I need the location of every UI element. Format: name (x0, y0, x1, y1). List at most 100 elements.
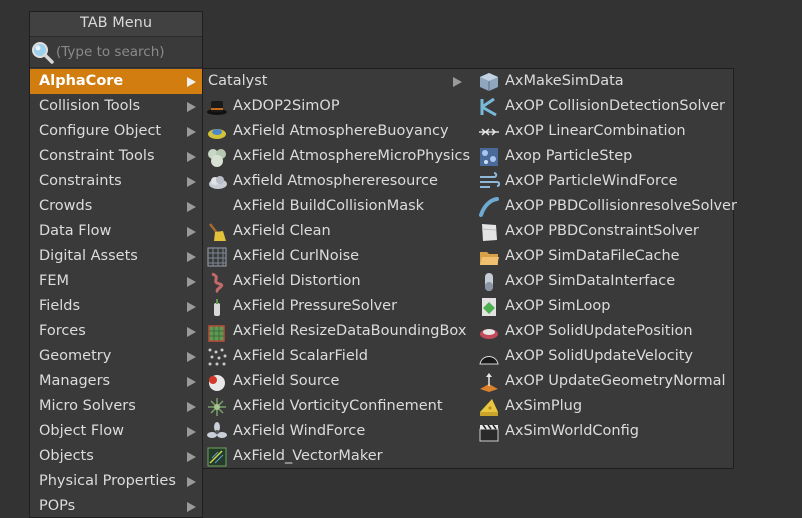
category-alphacore[interactable]: AlphaCore (30, 69, 202, 94)
submenu-item-sim-data-interface[interactable]: AxOP SimDataInterface (475, 269, 733, 294)
submenu-arrow-icon (187, 327, 196, 337)
category-pops[interactable]: POPs (30, 494, 202, 517)
submenu-item-label: AxField PressureSolver (233, 298, 398, 314)
category-label: Constraints (39, 173, 122, 189)
submenu-item-axsimplug[interactable]: AxSimPlug (475, 394, 733, 419)
submenu-item-wind-force[interactable]: AxField WindForce (203, 419, 471, 444)
submenu-item-resize-data-bounding-box[interactable]: AxField ResizeDataBoundingBox (203, 319, 471, 344)
solid-velocity-icon (478, 346, 500, 368)
submenu-arrow-icon (453, 77, 462, 87)
category-configure-object[interactable]: Configure Object (30, 119, 202, 144)
submenu-item-solid-update-velocity[interactable]: AxOP SolidUpdateVelocity (475, 344, 733, 369)
submenu-item-label: AxField AtmosphereMicroPhysics (233, 148, 471, 164)
submenu-arrow-icon (187, 102, 196, 112)
submenu-arrow-icon (187, 202, 196, 212)
submenu-arrow-icon (187, 177, 196, 187)
top-hat-icon (206, 96, 228, 118)
category-data-flow[interactable]: Data Flow (30, 219, 202, 244)
category-geometry[interactable]: Geometry (30, 344, 202, 369)
category-collision-tools[interactable]: Collision Tools (30, 94, 202, 119)
submenu-arrow-icon (187, 352, 196, 362)
capsule-icon (478, 271, 500, 293)
submenu-item-label: AxOP CollisionDetectionSolver (505, 98, 725, 114)
category-label: FEM (39, 273, 70, 289)
submenu-item-vector-maker[interactable]: AxField_VectorMaker (203, 444, 471, 469)
submenu-item-particle-step[interactable]: Axop ParticleStep (475, 144, 733, 169)
category-label: Configure Object (39, 123, 162, 139)
submenu-item-curl-noise[interactable]: AxField CurlNoise (203, 244, 471, 269)
submenu-item-vorticity-confinement[interactable]: AxField VorticityConfinement (203, 394, 471, 419)
submenu-item-particle-wind-force[interactable]: AxOP ParticleWindForce (475, 169, 733, 194)
blank-icon (206, 196, 228, 218)
category-objects[interactable]: Objects (30, 444, 202, 469)
category-forces[interactable]: Forces (30, 319, 202, 344)
submenu-item-label: Catalyst (208, 73, 268, 89)
submenu-item-label: AxOP SimDataFileCache (505, 248, 680, 264)
submenu-arrow-icon (187, 277, 196, 287)
search-input[interactable] (54, 40, 202, 64)
category-label: Crowds (39, 198, 93, 214)
submenu-item-pressure-solver[interactable]: AxField PressureSolver (203, 294, 471, 319)
category-crowds[interactable]: Crowds (30, 194, 202, 219)
submenu-item-axmakesimdata[interactable]: AxMakeSimData (475, 69, 733, 94)
submenu-item-label: Axop ParticleStep (505, 148, 633, 164)
category-physical-properties[interactable]: Physical Properties (30, 469, 202, 494)
category-label: Objects (39, 448, 94, 464)
submenu-column-2: AxMakeSimData AxOP CollisionDetectionSol… (475, 69, 737, 444)
submenu-item-sim-loop[interactable]: AxOP SimLoop (475, 294, 733, 319)
submenu-item-label: AxOP PBDConstraintSolver (505, 223, 699, 239)
collision-icon (478, 96, 500, 118)
category-label: Geometry (39, 348, 112, 364)
submenu-item-label: AxField_VectorMaker (233, 448, 383, 464)
category-label: Constraint Tools (39, 148, 155, 164)
submenu-item-pbd-collision-resolve-solver[interactable]: AxOP PBDCollisionresolveSolver (475, 194, 737, 219)
submenu-item-source[interactable]: AxField Source (203, 369, 471, 394)
normal-icon (478, 371, 500, 393)
submenu-item-label: AxField ScalarField (233, 348, 368, 364)
submenu-item-catalyst[interactable]: Catalyst (203, 69, 471, 94)
submenu-arrow-icon (187, 502, 196, 512)
clapper-icon (478, 421, 500, 443)
cube-data-icon (478, 71, 500, 93)
submenu-item-label: AxOP PBDCollisionresolveSolver (505, 198, 737, 214)
category-fem[interactable]: FEM (30, 269, 202, 294)
vector-maker-icon (206, 446, 228, 468)
tab-menu: TAB Menu AlphaCore Collision Tools Confi… (29, 11, 203, 518)
submenu-arrow-icon (187, 77, 196, 87)
submenu-item-scalar-field[interactable]: AxField ScalarField (203, 344, 471, 369)
category-label: Forces (39, 323, 86, 339)
submenu-item-atmosphere-buoyancy[interactable]: AxField AtmosphereBuoyancy (203, 119, 471, 144)
category-digital-assets[interactable]: Digital Assets (30, 244, 202, 269)
category-constraints[interactable]: Constraints (30, 169, 202, 194)
submenu-item-axdop2simop[interactable]: AxDOP2SimOP (203, 94, 471, 119)
submenu-item-label: AxField Source (233, 373, 340, 389)
category-constraint-tools[interactable]: Constraint Tools (30, 144, 202, 169)
submenu-item-linear-combination[interactable]: AxOP LinearCombination (475, 119, 733, 144)
submenu-item-update-geometry-normal[interactable]: AxOP UpdateGeometryNormal (475, 369, 733, 394)
category-fields[interactable]: Fields (30, 294, 202, 319)
category-label: POPs (39, 498, 76, 514)
submenu-item-collision-detection-solver[interactable]: AxOP CollisionDetectionSolver (475, 94, 733, 119)
submenu-item-axsimworldconfig[interactable]: AxSimWorldConfig (475, 419, 733, 444)
category-label: Collision Tools (39, 98, 141, 114)
pbd-collision-icon (478, 196, 500, 218)
submenu-item-atmosphereresource[interactable]: Axfield Atmosphereresource (203, 169, 471, 194)
submenu-item-atmosphere-microphysics[interactable]: AxField AtmosphereMicroPhysics (203, 144, 471, 169)
solid-position-icon (478, 321, 500, 343)
category-list: AlphaCore Collision Tools Configure Obje… (30, 69, 202, 517)
linear-combination-icon (478, 121, 500, 143)
pressure-icon (206, 296, 228, 318)
submenu-item-label: AxSimWorldConfig (505, 423, 639, 439)
submenu-item-build-collision-mask[interactable]: AxField BuildCollisionMask (203, 194, 471, 219)
submenu-item-label: AxSimPlug (505, 398, 583, 414)
submenu-item-solid-update-position[interactable]: AxOP SolidUpdatePosition (475, 319, 733, 344)
submenu-item-pbd-constraint-solver[interactable]: AxOP PBDConstraintSolver (475, 219, 733, 244)
category-managers[interactable]: Managers (30, 369, 202, 394)
submenu-item-label: AxOP SolidUpdateVelocity (505, 348, 693, 364)
submenu-item-sim-data-file-cache[interactable]: AxOP SimDataFileCache (475, 244, 733, 269)
submenu-item-clean[interactable]: AxField Clean (203, 219, 471, 244)
category-object-flow[interactable]: Object Flow (30, 419, 202, 444)
submenu-item-distortion[interactable]: AxField Distortion (203, 269, 471, 294)
wind-icon (478, 171, 500, 193)
category-micro-solvers[interactable]: Micro Solvers (30, 394, 202, 419)
